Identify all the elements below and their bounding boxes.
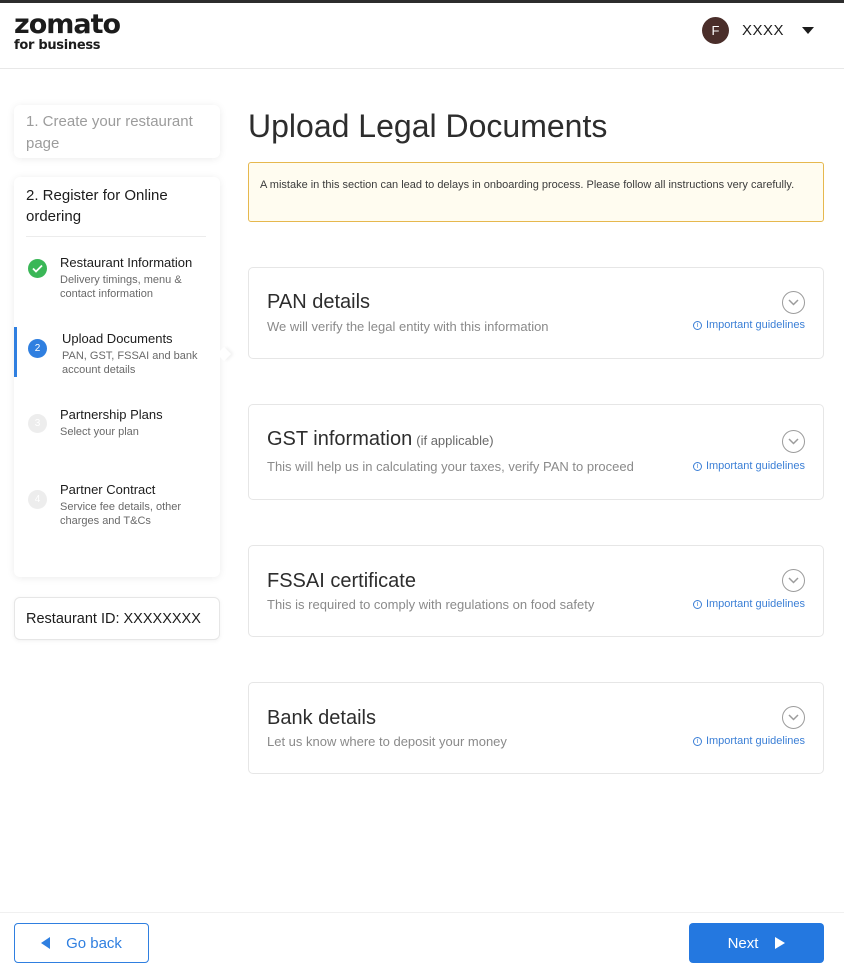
chevron-down-icon[interactable] — [782, 706, 805, 729]
step-number-icon: 3 — [28, 414, 47, 433]
info-icon: i — [692, 599, 702, 609]
section-description: Let us know where to deposit your money — [267, 734, 507, 749]
important-guidelines-link[interactable]: i Important guidelines — [692, 598, 805, 610]
logo-wordmark: zomato — [14, 9, 121, 40]
important-guidelines-link[interactable]: i Important guidelines — [692, 319, 805, 331]
section-title: GST information (if applicable) — [267, 428, 494, 450]
logo-subtitle: for business — [14, 38, 101, 53]
restaurant-id: Restaurant ID: XXXXXXXX — [14, 597, 220, 640]
next-button[interactable]: Next — [689, 923, 824, 963]
substep-title: Restaurant Information — [60, 255, 193, 270]
footer-bar: Go back Next — [0, 912, 844, 971]
guidelines-label: Important guidelines — [705, 319, 805, 331]
arrow-left-icon — [41, 937, 51, 949]
important-guidelines-link[interactable]: i Important guidelines — [692, 460, 805, 472]
user-menu[interactable]: F XXXX — [701, 17, 814, 44]
chevron-down-icon[interactable] — [782, 430, 805, 453]
guidelines-label: Important guidelines — [705, 735, 805, 747]
go-back-button[interactable]: Go back — [14, 923, 149, 963]
step-label: 2. Register for Online ordering — [26, 185, 206, 237]
guidelines-label: Important guidelines — [705, 460, 805, 472]
caret-down-icon[interactable] — [802, 27, 814, 34]
substep-description: Select your plan — [60, 426, 139, 438]
important-guidelines-link[interactable]: i Important guidelines — [692, 735, 805, 747]
section-description: This will help us in calculating your ta… — [267, 459, 634, 474]
avatar[interactable]: F — [701, 17, 729, 44]
section-pan-details[interactable]: PAN details We will verify the legal ent… — [248, 267, 824, 359]
section-gst-information[interactable]: GST information (if applicable) This will… — [248, 404, 824, 500]
active-pointer — [216, 346, 232, 362]
user-name[interactable]: XXXX — [742, 22, 784, 39]
app-header: zomato for business F XXXX — [0, 3, 844, 69]
section-description: This is required to comply with regulati… — [267, 597, 595, 612]
go-back-label: Go back — [66, 934, 122, 952]
chevron-down-icon[interactable] — [782, 291, 805, 314]
step-number-icon: 4 — [28, 490, 47, 509]
guidelines-label: Important guidelines — [705, 598, 805, 610]
substep-description: Service fee details, other charges and T… — [60, 501, 182, 527]
step-create-restaurant-page[interactable]: 1. Create your restaurant page — [14, 105, 220, 158]
zomato-logo[interactable]: zomato for business — [14, 9, 121, 53]
info-icon: i — [692, 736, 702, 746]
chevron-down-icon[interactable] — [782, 569, 805, 592]
next-label: Next — [727, 934, 759, 952]
substep-title: Partnership Plans — [60, 407, 163, 422]
section-title: Bank details — [267, 707, 376, 729]
section-bank-details[interactable]: Bank details Let us know where to deposi… — [248, 682, 824, 774]
step-number-icon: 2 — [28, 339, 47, 358]
check-icon — [28, 259, 47, 278]
arrow-right-icon — [775, 937, 786, 949]
substep-title: Partner Contract — [60, 482, 156, 497]
step-label: 1. Create your restaurant page — [26, 113, 193, 152]
info-icon: i — [692, 461, 702, 471]
section-fssai-certificate[interactable]: FSSAI certificate This is required to co… — [248, 545, 824, 637]
substep-description: PAN, GST, FSSAI and bank account details — [62, 350, 198, 376]
info-icon: i — [692, 320, 702, 330]
section-title: FSSAI certificate — [267, 570, 416, 592]
substep-description: Delivery timings, menu & contact informa… — [60, 274, 182, 300]
step-register-online-ordering: 2. Register for Online ordering Restaura… — [14, 177, 232, 577]
section-description: We will verify the legal entity with thi… — [267, 319, 549, 334]
optional-tag: (if applicable) — [416, 433, 494, 448]
substep-title: Upload Documents — [62, 331, 173, 346]
section-title: PAN details — [267, 291, 371, 313]
warning-banner: A mistake in this section can lead to de… — [248, 162, 824, 222]
page-title: Upload Legal Documents — [248, 108, 608, 144]
active-indicator — [14, 327, 17, 377]
